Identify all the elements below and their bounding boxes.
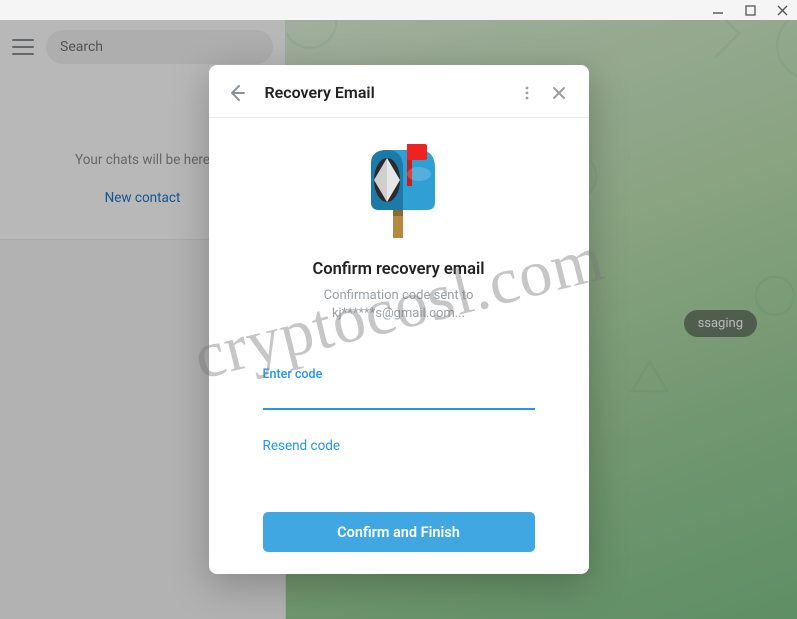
code-label: Enter code <box>263 367 535 382</box>
back-icon[interactable] <box>223 79 251 107</box>
dialog-subtitle: Confirm recovery email <box>209 260 589 279</box>
close-icon[interactable] <box>547 81 571 105</box>
mailbox-icon <box>209 118 589 254</box>
dialog-description: Confirmation code sent to kj******s@gmai… <box>209 287 589 323</box>
recovery-email-dialog: Recovery Email <box>209 65 589 574</box>
window-titlebar <box>0 0 797 20</box>
minimize-icon[interactable] <box>711 3 725 17</box>
more-icon[interactable] <box>515 81 539 105</box>
window-close-icon[interactable] <box>775 3 789 17</box>
dialog-title: Recovery Email <box>265 83 515 102</box>
resend-code-link[interactable]: Resend code <box>263 438 535 454</box>
modal-overlay: Recovery Email <box>0 20 797 619</box>
confirm-button[interactable]: Confirm and Finish <box>263 512 535 552</box>
desc-line1: Confirmation code sent to <box>324 288 474 303</box>
desc-line2: kj******s@gmail.com... <box>332 306 465 321</box>
code-input[interactable] <box>263 382 535 410</box>
maximize-icon[interactable] <box>743 3 757 17</box>
